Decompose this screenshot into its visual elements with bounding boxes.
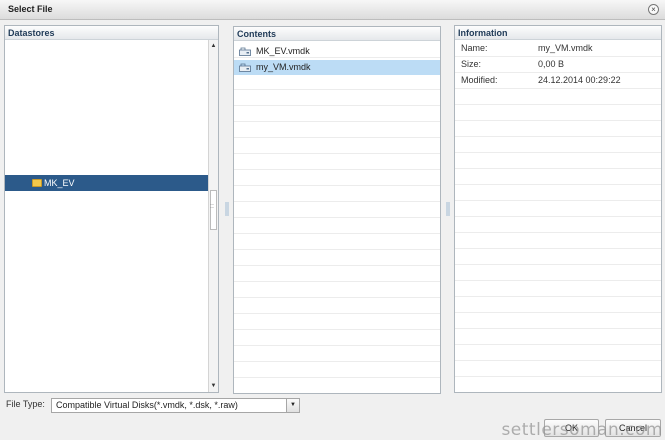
datastore-item-mk-ev[interactable]: MK_EV xyxy=(5,175,208,191)
contents-list: MK_EV.vmdk my_VM.vmdk xyxy=(234,42,440,393)
datastores-pane: Datastores MK_EV ▲ ▼ xyxy=(4,25,219,393)
contents-header: Contents xyxy=(234,27,440,41)
information-header: Information xyxy=(455,26,661,40)
contents-pane: Contents MK_EV.vmdk my_VM.vmdk xyxy=(233,26,441,394)
virtual-disk-icon xyxy=(239,47,251,56)
info-value: my_VM.vmdk xyxy=(538,43,593,53)
watermark: settlersoman.com xyxy=(501,420,663,440)
file-type-label: File Type: xyxy=(6,399,45,409)
file-type-select[interactable]: Compatible Virtual Disks(*.vmdk, *.dsk, … xyxy=(51,398,300,413)
scroll-up-icon[interactable]: ▲ xyxy=(209,41,218,51)
info-key: Name: xyxy=(461,43,488,53)
pane-grip-icon[interactable]: :: xyxy=(210,203,214,210)
file-type-selected-value: Compatible Virtual Disks(*.vmdk, *.dsk, … xyxy=(56,400,238,410)
folder-icon xyxy=(32,179,42,187)
scroll-thumb[interactable] xyxy=(210,190,217,230)
datastores-scrollbar[interactable]: ▲ ▼ xyxy=(208,40,218,392)
splitter-handle-right[interactable] xyxy=(446,202,450,216)
information-pane: Information Name: my_VM.vmdk Size: 0,00 … xyxy=(454,25,662,393)
dialog-title: Select File xyxy=(8,4,53,14)
datastores-header: Datastores xyxy=(5,26,218,40)
info-key: Modified: xyxy=(461,75,498,85)
info-value: 0,00 B xyxy=(538,59,565,69)
scroll-down-icon[interactable]: ▼ xyxy=(209,381,218,391)
virtual-disk-icon xyxy=(239,63,251,72)
dialog-titlebar: Select File × xyxy=(0,0,665,20)
info-key: Size: xyxy=(461,59,482,69)
chevron-down-icon[interactable]: ▼ xyxy=(286,399,299,412)
list-item[interactable]: my_VM.vmdk xyxy=(234,60,440,75)
datastores-tree: MK_EV xyxy=(5,40,208,392)
close-icon[interactable]: × xyxy=(648,4,659,15)
info-value: 24.12.2014 00:29:22 xyxy=(538,75,621,85)
information-list: Name: my_VM.vmdk Size: 0,00 B Modified: … xyxy=(455,41,661,392)
datastore-item-label: MK_EV xyxy=(44,178,75,188)
list-item-label: MK_EV.vmdk xyxy=(256,46,310,56)
list-item[interactable]: MK_EV.vmdk xyxy=(234,44,440,59)
list-item-label: my_VM.vmdk xyxy=(256,62,311,72)
splitter-handle-left[interactable] xyxy=(225,202,229,216)
